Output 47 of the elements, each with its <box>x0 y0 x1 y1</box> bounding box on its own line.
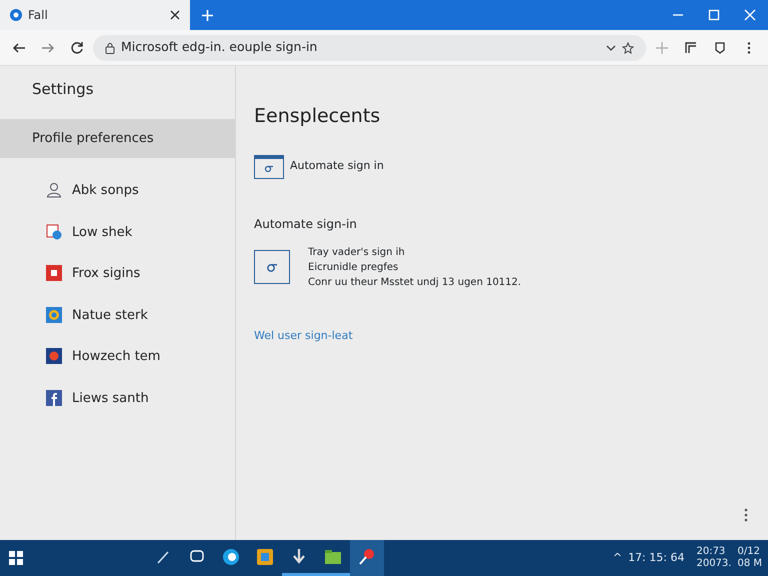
sidebar-item[interactable]: Low shek <box>0 212 235 253</box>
section-title: Automate sign-in <box>254 216 358 232</box>
clock-text: 20:73 <box>696 546 726 558</box>
window-icon <box>254 154 284 178</box>
start-icon[interactable] <box>6 548 26 568</box>
square-icon <box>254 250 290 284</box>
square-icon <box>46 265 62 282</box>
letter-f-icon <box>46 390 62 406</box>
sidebar-item-label: Natue sterk <box>72 308 148 322</box>
description-line: Tray vader's sign ih <box>308 246 406 260</box>
page-heading: Eensplecents <box>254 104 382 129</box>
clock-text: 0/12 <box>737 546 761 558</box>
tray-text: 17: 15: 64 <box>628 550 684 566</box>
tab-title: Fall <box>28 7 49 24</box>
browser-tab[interactable]: Fall <box>0 0 190 30</box>
sidebar-item-label: Low shek <box>72 224 132 240</box>
address-bar[interactable]: Microsoft edg-in. eouple sign-in <box>93 34 646 60</box>
chevron-down-icon[interactable] <box>606 44 616 50</box>
sidebar-item[interactable]: Natue sterk <box>0 294 235 336</box>
globe-icon <box>10 7 22 23</box>
person-icon <box>46 182 62 198</box>
url-text: Microsoft edg-in. eouple sign-in <box>121 38 318 56</box>
sidebar-item[interactable]: Profile preferences <box>0 118 235 158</box>
lock-icon <box>105 42 115 54</box>
star-icon[interactable] <box>622 42 634 54</box>
circle-logo-icon <box>46 306 62 323</box>
sidebar-item[interactable]: Howzech tem <box>0 336 235 378</box>
option-label[interactable]: Automate sign in <box>290 158 384 175</box>
sidebar-item[interactable]: Liews santh <box>0 378 235 419</box>
sidebar-item-label: Liews santh <box>72 390 149 406</box>
tray-text: ^ <box>612 550 622 566</box>
link[interactable]: Wel user sign-leat <box>254 328 353 342</box>
description-line: Eicrunidle pregfes <box>308 260 400 274</box>
close-icon[interactable] <box>170 10 180 20</box>
sidebar-item-label: Howzech tem <box>72 349 160 364</box>
sidebar-title: Settings <box>31 79 95 100</box>
sidebar-item-label: Abk sonps <box>72 183 139 198</box>
maximize-icon[interactable] <box>708 9 720 21</box>
more-icon[interactable] <box>744 508 748 522</box>
sidebar-item-label: Frox sigins <box>72 266 140 281</box>
sidebar-item[interactable]: Frox sigins <box>0 253 235 294</box>
clock-text: 20073. <box>696 558 732 570</box>
circle-logo-icon <box>46 348 62 364</box>
description-line: Conr uu theur Msstet undj 13 ugen 10112. <box>308 276 522 290</box>
clock-text: 08 M <box>737 558 762 570</box>
sidebar-item[interactable]: Abk sonps <box>0 170 235 212</box>
new-tab-icon[interactable] <box>202 10 213 21</box>
